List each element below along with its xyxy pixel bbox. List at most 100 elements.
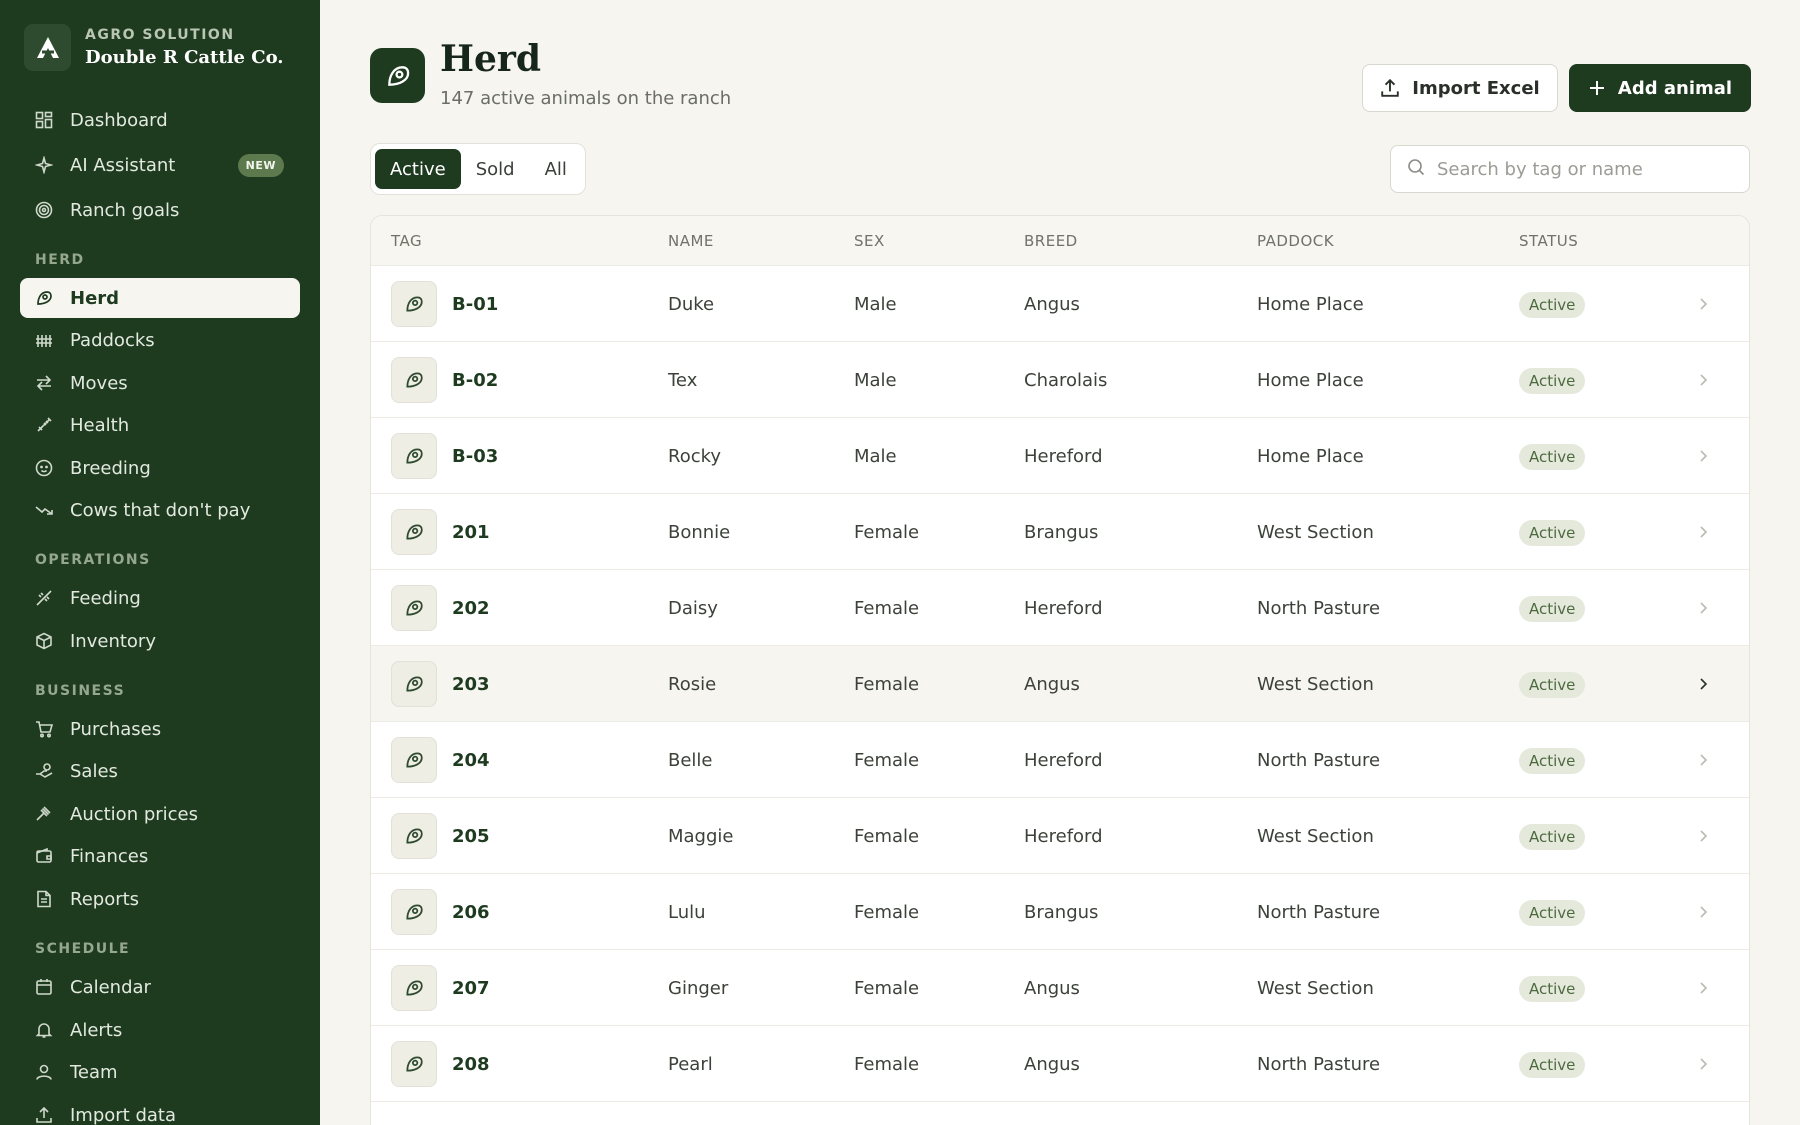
tab-all[interactable]: All xyxy=(530,149,582,189)
sidebar-item-import-data[interactable]: Import data xyxy=(20,1095,300,1125)
sidebar-item-finances[interactable]: Finances xyxy=(20,836,300,876)
cell-paddock: Home Place xyxy=(1257,369,1364,391)
status-badge: Active xyxy=(1519,1052,1586,1078)
table-row[interactable]: B-01 Duke Male Angus Home Place Active xyxy=(371,266,1749,342)
cell-paddock: North Pasture xyxy=(1257,901,1381,923)
table-row[interactable]: 208 Pearl Female Angus North Pasture Active xyxy=(371,1026,1749,1102)
column-header-name[interactable]: NAME xyxy=(668,232,714,250)
chevron-right-icon[interactable] xyxy=(1693,978,1713,1002)
sidebar-item-sales[interactable]: Sales xyxy=(20,751,300,791)
sidebar-item-label: Health xyxy=(70,414,130,436)
table-row[interactable]: B-02 Tex Male Charolais Home Place Active xyxy=(371,342,1749,418)
trending-down-icon xyxy=(34,500,54,520)
chevron-right-icon[interactable] xyxy=(1693,902,1713,926)
status-badge: Active xyxy=(1519,292,1586,318)
table-row[interactable]: 203 Rosie Female Angus West Section Active xyxy=(371,646,1749,722)
cell-breed: Hereford xyxy=(1024,825,1103,847)
bell-icon xyxy=(34,1020,54,1040)
sidebar-item-feeding[interactable]: Feeding xyxy=(20,578,300,618)
cell-sex: Female xyxy=(854,901,920,923)
cell-tag: 206 xyxy=(452,901,490,923)
sidebar-item-team[interactable]: Team xyxy=(20,1052,300,1092)
tab-active[interactable]: Active xyxy=(375,149,461,189)
add-animal-label: Add animal xyxy=(1617,77,1733,99)
sidebar-item-ai-assistant[interactable]: AI Assistant NEW xyxy=(20,145,300,185)
cell-name: Rosie xyxy=(668,673,717,695)
sidebar-item-auction-prices[interactable]: Auction prices xyxy=(20,794,300,834)
cow-tag-icon xyxy=(391,661,437,707)
sidebar-item-breeding[interactable]: Breeding xyxy=(20,448,300,488)
cell-breed: Angus xyxy=(1024,673,1080,695)
sidebar-item-health[interactable]: Health xyxy=(20,405,300,445)
sidebar-item-label: Finances xyxy=(70,845,149,867)
column-header-breed[interactable]: BREED xyxy=(1024,232,1078,250)
tab-sold[interactable]: Sold xyxy=(461,149,530,189)
import-excel-button[interactable]: Import Excel xyxy=(1362,64,1558,112)
cow-tag-icon xyxy=(391,433,437,479)
column-header-sex[interactable]: SEX xyxy=(854,232,885,250)
cell-sex: Male xyxy=(854,369,897,391)
cell-breed: Brangus xyxy=(1024,901,1099,923)
herd-table: TAG NAME SEX BREED PADDOCK STATUS B-01 Du… xyxy=(370,215,1750,1125)
cell-sex: Female xyxy=(854,977,920,999)
table-body: B-01 Duke Male Angus Home Place Active B-02 Tex… xyxy=(371,266,1749,1102)
chevron-right-icon[interactable] xyxy=(1693,370,1713,394)
add-animal-button[interactable]: Add animal xyxy=(1569,64,1751,112)
sidebar-item-label: Auction prices xyxy=(70,803,198,825)
chevron-right-icon[interactable] xyxy=(1693,446,1713,470)
chevron-right-icon[interactable] xyxy=(1693,750,1713,774)
section-label-operations: OPERATIONS xyxy=(35,552,151,568)
chevron-right-icon[interactable] xyxy=(1693,826,1713,850)
cell-name: Bonnie xyxy=(668,521,731,543)
sidebar-item-label: Alerts xyxy=(70,1019,123,1041)
status-filter: Active Sold All xyxy=(370,143,586,195)
sidebar-item-purchases[interactable]: Purchases xyxy=(20,709,300,749)
cell-name: Lulu xyxy=(668,901,706,923)
sidebar-item-moves[interactable]: Moves xyxy=(20,363,300,403)
search-icon xyxy=(1407,158,1425,180)
cell-paddock: West Section xyxy=(1257,825,1374,847)
status-badge: Active xyxy=(1519,672,1586,698)
cell-name: Rocky xyxy=(668,445,722,467)
wheat-icon xyxy=(34,588,54,608)
table-row[interactable]: 205 Maggie Female Hereford West Section Activ… xyxy=(371,798,1749,874)
sidebar-item-label: Purchases xyxy=(70,718,162,740)
sidebar-item-dashboard[interactable]: Dashboard xyxy=(20,100,300,140)
user-icon xyxy=(34,1062,54,1082)
brand[interactable]: AGRO SOLUTION Double R Cattle Co. xyxy=(24,24,284,71)
chevron-right-icon[interactable] xyxy=(1693,294,1713,318)
column-header-tag[interactable]: TAG xyxy=(391,232,422,250)
chevron-right-icon[interactable] xyxy=(1693,1054,1713,1078)
chevron-right-icon[interactable] xyxy=(1693,522,1713,546)
fence-icon xyxy=(34,330,54,350)
table-row[interactable]: B-03 Rocky Male Hereford Home Place Active xyxy=(371,418,1749,494)
cell-name: Ginger xyxy=(668,977,729,999)
cow-tag-icon xyxy=(391,737,437,783)
table-row[interactable]: 204 Belle Female Hereford North Pasture Activ… xyxy=(371,722,1749,798)
chevron-right-icon[interactable] xyxy=(1693,598,1713,622)
cell-tag: 201 xyxy=(452,521,490,543)
table-row[interactable]: 206 Lulu Female Brangus North Pasture Active xyxy=(371,874,1749,950)
sidebar-item-reports[interactable]: Reports xyxy=(20,879,300,919)
sidebar-item-alerts[interactable]: Alerts xyxy=(20,1010,300,1050)
cell-tag: B-02 xyxy=(452,369,499,391)
table-row[interactable]: 207 Ginger Female Angus West Section Active xyxy=(371,950,1749,1026)
hand-coins-icon xyxy=(34,761,54,781)
cell-breed: Brangus xyxy=(1024,521,1099,543)
sidebar-item-inventory[interactable]: Inventory xyxy=(20,621,300,661)
chevron-right-icon[interactable] xyxy=(1693,674,1713,698)
table-row[interactable]: 202 Daisy Female Hereford North Pasture Activ… xyxy=(371,570,1749,646)
table-row[interactable]: 201 Bonnie Female Brangus West Section Active xyxy=(371,494,1749,570)
column-header-status[interactable]: STATUS xyxy=(1519,232,1578,250)
column-header-paddock[interactable]: PADDOCK xyxy=(1257,232,1334,250)
sidebar-item-cows-that-dont-pay[interactable]: Cows that don't pay xyxy=(20,490,300,530)
sidebar-item-herd[interactable]: Herd xyxy=(20,278,300,318)
sidebar-item-calendar[interactable]: Calendar xyxy=(20,967,300,1007)
cell-tag: B-03 xyxy=(452,445,499,467)
search-input[interactable] xyxy=(1437,158,1727,180)
sidebar-item-label: Ranch goals xyxy=(70,199,180,221)
sidebar-item-label: Import data xyxy=(70,1104,177,1125)
sidebar-item-ranch-goals[interactable]: Ranch goals xyxy=(20,190,300,230)
sidebar-item-paddocks[interactable]: Paddocks xyxy=(20,320,300,360)
cell-paddock: West Section xyxy=(1257,521,1374,543)
